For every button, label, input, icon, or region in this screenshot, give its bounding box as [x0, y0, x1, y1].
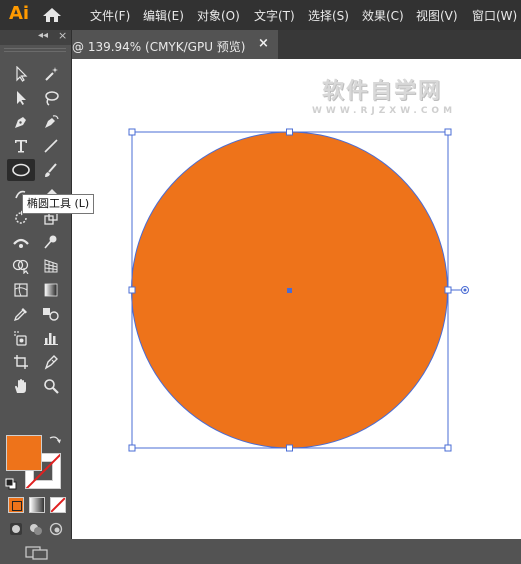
perspective-grid-tool-icon[interactable] — [39, 255, 63, 277]
draw-behind-icon[interactable] — [29, 521, 43, 535]
center-point — [287, 288, 292, 293]
document-tab-title: @ 139.94% (CMYK/GPU 预览) — [72, 40, 246, 54]
artboard-tool-icon[interactable] — [9, 351, 33, 373]
menu-object[interactable]: 对象(O) — [197, 7, 240, 24]
color-mode-button[interactable] — [8, 497, 24, 513]
menu-file[interactable]: 文件(F) — [90, 7, 130, 24]
color-mode-inner — [12, 501, 22, 511]
grip — [4, 48, 66, 52]
line-segment-tool-icon[interactable] — [39, 135, 63, 157]
puppet-warp-tool-icon[interactable] — [39, 231, 63, 253]
close-icon[interactable]: × — [258, 36, 269, 51]
symbol-sprayer-tool-icon[interactable] — [9, 327, 33, 349]
width-tool-icon[interactable] — [9, 231, 33, 253]
draw-normal-icon[interactable] — [9, 521, 23, 535]
collapse-icon[interactable]: ◂◂ — [38, 30, 48, 41]
default-fill-stroke-icon[interactable] — [5, 475, 17, 494]
pen-tool-icon[interactable] — [9, 111, 33, 133]
document-tab[interactable]: @ 139.94% (CMYK/GPU 预览) × — [72, 30, 278, 59]
paintbrush-tool-icon[interactable] — [39, 159, 63, 181]
fill-swatch[interactable] — [6, 435, 42, 471]
tooltip: 椭圆工具 (L) — [22, 194, 95, 214]
menu-effect[interactable]: 效果(C) — [362, 7, 404, 24]
slice-tool-icon[interactable] — [39, 351, 63, 373]
eyedropper-tool-icon[interactable] — [9, 303, 33, 325]
column-graph-tool-icon[interactable] — [39, 327, 63, 349]
tools-panel-header: ◂◂ × — [0, 29, 71, 45]
draw-inside-icon[interactable] — [49, 521, 63, 536]
none-mode-button[interactable] — [50, 497, 66, 513]
direct-selection-tool-icon[interactable] — [9, 87, 33, 109]
menu-window[interactable]: 窗口(W) — [472, 7, 517, 24]
selection-tool-icon[interactable] — [9, 63, 33, 85]
menu-edit[interactable]: 编辑(E) — [143, 7, 184, 24]
type-tool-icon[interactable] — [9, 135, 33, 157]
panel-close-icon[interactable]: × — [58, 29, 67, 42]
magic-wand-tool-icon[interactable] — [39, 63, 63, 85]
zoom-tool-icon[interactable] — [39, 375, 63, 397]
swap-fill-stroke-icon[interactable] — [48, 434, 62, 451]
menu-select[interactable]: 选择(S) — [308, 7, 349, 24]
lasso-tool-icon[interactable] — [39, 87, 63, 109]
tools-panel: ◂◂ × — [0, 29, 72, 560]
home-icon[interactable] — [42, 7, 62, 26]
screen-mode-icon[interactable] — [25, 545, 49, 564]
curvature-tool-icon[interactable] — [39, 111, 63, 133]
tab-bar: @ 139.94% (CMYK/GPU 预览) × — [0, 30, 521, 59]
gradient-tool-icon[interactable] — [39, 279, 63, 301]
gradient-mode-button[interactable] — [29, 497, 45, 513]
menu-type[interactable]: 文字(T) — [254, 7, 295, 24]
none-mode-slash — [51, 498, 65, 512]
mesh-tool-icon[interactable] — [9, 279, 33, 301]
app-logo: Ai — [9, 3, 30, 24]
pie-widget-handle[interactable] — [461, 286, 469, 294]
menu-view[interactable]: 视图(V) — [416, 7, 458, 24]
menu-bar: Ai 文件(F) 编辑(E) 对象(O) 文字(T) 选择(S) 效果(C) 视… — [0, 0, 521, 30]
ellipse-tool-icon[interactable] — [7, 159, 35, 181]
blend-tool-icon[interactable] — [39, 303, 63, 325]
shape-builder-tool-icon[interactable] — [9, 255, 33, 277]
artboard-canvas[interactable]: 软件自学网 WWW.RJZXW.COM — [72, 59, 521, 539]
hand-tool-icon[interactable] — [9, 375, 33, 397]
